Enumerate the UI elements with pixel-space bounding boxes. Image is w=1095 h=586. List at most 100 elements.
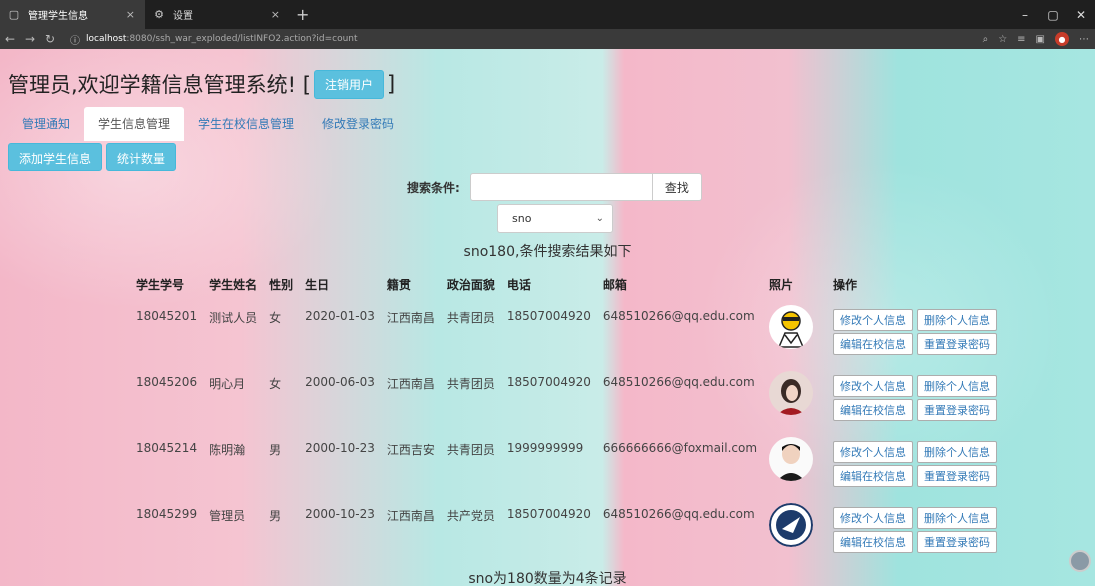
- address-bar: ← → ↻ ⓘ localhost :8080/ssh_war_exploded…: [0, 29, 1095, 49]
- edit-school-button[interactable]: 编辑在校信息: [833, 333, 914, 355]
- cell-origin: 江西南昌: [386, 377, 435, 391]
- cell-birthday: 2020-01-03: [305, 309, 375, 323]
- cell-email: 648510266@qq.edu.com: [602, 309, 755, 323]
- student-photo: [769, 305, 814, 349]
- col-origin: 籍贯: [386, 277, 411, 292]
- browser-toolbar: ⌕ ☆ ≡ ▣ ● ⋯: [983, 29, 1089, 49]
- browser-tab-bar: ▢ 管理学生信息 × ⚙ 设置 × + – ▢ ✕: [0, 0, 1095, 29]
- cell-origin: 江西南昌: [386, 509, 435, 523]
- more-menu-icon[interactable]: ⋯: [1079, 34, 1089, 45]
- browser-tab-students[interactable]: ▢ 管理学生信息 ×: [0, 0, 145, 29]
- col-sno: 学生学号: [136, 277, 185, 292]
- condition-select[interactable]: sno ⌄: [497, 204, 613, 233]
- reset-password-button[interactable]: 重置登录密码: [917, 399, 998, 421]
- browser-tab-label: 设置: [173, 11, 193, 22]
- page-content: 管理员,欢迎学籍信息管理系统! [ 注销用户 ] 管理通知 学生信息管理 学生在…: [0, 49, 1095, 586]
- edit-school-button[interactable]: 编辑在校信息: [833, 399, 914, 421]
- cell-email: 666666666@foxmail.com: [602, 441, 758, 455]
- logout-button[interactable]: 注销用户: [313, 69, 384, 99]
- new-tab-button[interactable]: +: [290, 0, 315, 29]
- table-row: 18045299 管理员 男 2000-10-23 江西南昌 共产党员 1850…: [130, 497, 1003, 563]
- cell-email: 648510266@qq.edu.com: [602, 507, 755, 521]
- result-title: sno180,条件搜索结果如下: [463, 244, 632, 260]
- search-button[interactable]: 查找: [652, 173, 702, 201]
- collections-icon[interactable]: ▣: [1036, 34, 1045, 45]
- cell-politics: 共青团员: [446, 443, 495, 457]
- cell-photo: [763, 431, 827, 497]
- chevron-down-icon: ⌄: [595, 213, 604, 224]
- cell-birthday: 2000-10-23: [305, 507, 375, 521]
- edit-personal-button[interactable]: 修改个人信息: [833, 375, 914, 397]
- col-sex: 性别: [269, 277, 294, 292]
- close-window-button[interactable]: ✕: [1067, 0, 1095, 29]
- reset-password-button[interactable]: 重置登录密码: [917, 531, 998, 553]
- cell-ops: 修改个人信息 删除个人信息 编辑在校信息 重置登录密码: [827, 497, 1003, 563]
- cell-ops: 修改个人信息 删除个人信息 编辑在校信息 重置登录密码: [827, 299, 1003, 365]
- count-button[interactable]: 统计数量: [106, 143, 177, 171]
- close-tab-icon[interactable]: ×: [124, 8, 137, 21]
- edit-school-button[interactable]: 编辑在校信息: [833, 465, 914, 487]
- action-buttons: 添加学生信息 统计数量: [8, 143, 177, 171]
- close-bracket: ]: [386, 72, 396, 96]
- edit-personal-button[interactable]: 修改个人信息: [833, 441, 914, 463]
- cell-ops: 修改个人信息 删除个人信息 编辑在校信息 重置登录密码: [827, 431, 1003, 497]
- col-email: 邮箱: [602, 277, 627, 292]
- condition-select-value: sno: [512, 212, 532, 225]
- cell-birthday: 2000-06-03: [305, 375, 375, 389]
- table-row: 18045201 测试人员 女 2020-01-03 江西南昌 共青团员 185…: [130, 299, 1003, 365]
- cell-politics: 共产党员: [446, 509, 495, 523]
- favorite-star-icon[interactable]: ☆: [998, 34, 1007, 45]
- maximize-button[interactable]: ▢: [1039, 0, 1067, 29]
- cell-phone: 18507004920: [506, 309, 591, 323]
- zoom-icon[interactable]: ⌕: [983, 34, 989, 45]
- minimize-button[interactable]: –: [1011, 0, 1039, 29]
- browser-tab-label: 管理学生信息: [28, 11, 88, 22]
- add-student-button[interactable]: 添加学生信息: [8, 143, 103, 171]
- close-tab-icon[interactable]: ×: [269, 8, 282, 21]
- cell-phone: 18507004920: [506, 375, 591, 389]
- nav-tabs: 管理通知 学生信息管理 学生在校信息管理 修改登录密码: [8, 107, 408, 141]
- col-politics: 政治面貌: [446, 277, 495, 292]
- cell-origin: 江西南昌: [386, 311, 435, 325]
- profile-avatar-icon[interactable]: ●: [1055, 32, 1069, 46]
- browser-tab-settings[interactable]: ⚙ 设置 ×: [145, 0, 290, 29]
- cell-email: 648510266@qq.edu.com: [602, 375, 755, 389]
- col-ops: 操作: [833, 277, 858, 292]
- reset-password-button[interactable]: 重置登录密码: [917, 333, 998, 355]
- delete-personal-button[interactable]: 删除个人信息: [917, 507, 998, 529]
- student-photo: [769, 437, 814, 481]
- gear-icon: ⚙: [154, 8, 164, 21]
- delete-personal-button[interactable]: 删除个人信息: [917, 441, 998, 463]
- col-name: 学生姓名: [209, 277, 258, 292]
- forward-arrow-icon[interactable]: →: [20, 32, 40, 46]
- tab-change-password[interactable]: 修改登录密码: [308, 107, 408, 141]
- table-row: 18045214 陈明瀚 男 2000-10-23 江西吉安 共青团员 1999…: [130, 431, 1003, 497]
- url-host: localhost: [86, 34, 127, 44]
- refresh-icon[interactable]: ↻: [40, 32, 60, 46]
- edit-school-button[interactable]: 编辑在校信息: [833, 531, 914, 553]
- back-arrow-icon[interactable]: ←: [0, 32, 20, 46]
- favorites-list-icon[interactable]: ≡: [1017, 34, 1025, 45]
- edit-personal-button[interactable]: 修改个人信息: [833, 309, 914, 331]
- reset-password-button[interactable]: 重置登录密码: [917, 465, 998, 487]
- search-input[interactable]: [469, 173, 653, 201]
- delete-personal-button[interactable]: 删除个人信息: [917, 375, 998, 397]
- page-title: 管理员,欢迎学籍信息管理系统! [ 注销用户 ]: [8, 69, 395, 99]
- col-phone: 电话: [506, 277, 531, 292]
- tab-school-info[interactable]: 学生在校信息管理: [184, 107, 308, 141]
- search-bar: 搜索条件: 查找: [407, 173, 702, 201]
- cell-name: 测试人员: [209, 311, 258, 325]
- delete-personal-button[interactable]: 删除个人信息: [917, 309, 998, 331]
- tab-student-info[interactable]: 学生信息管理: [84, 107, 185, 141]
- cell-sex: 女: [269, 311, 282, 325]
- cell-photo: [763, 497, 827, 563]
- floating-avatar[interactable]: [1069, 550, 1091, 572]
- info-icon[interactable]: ⓘ: [70, 32, 80, 47]
- url-field[interactable]: ⓘ localhost :8080/ssh_war_exploded/listI…: [70, 32, 358, 47]
- cell-sex: 男: [269, 509, 282, 523]
- page-icon: ▢: [8, 8, 20, 21]
- cell-sno: 18045201: [136, 309, 198, 323]
- tab-notices[interactable]: 管理通知: [8, 107, 84, 141]
- edit-personal-button[interactable]: 修改个人信息: [833, 507, 914, 529]
- url-path: :8080/ssh_war_exploded/listINFO2.action?…: [126, 34, 358, 44]
